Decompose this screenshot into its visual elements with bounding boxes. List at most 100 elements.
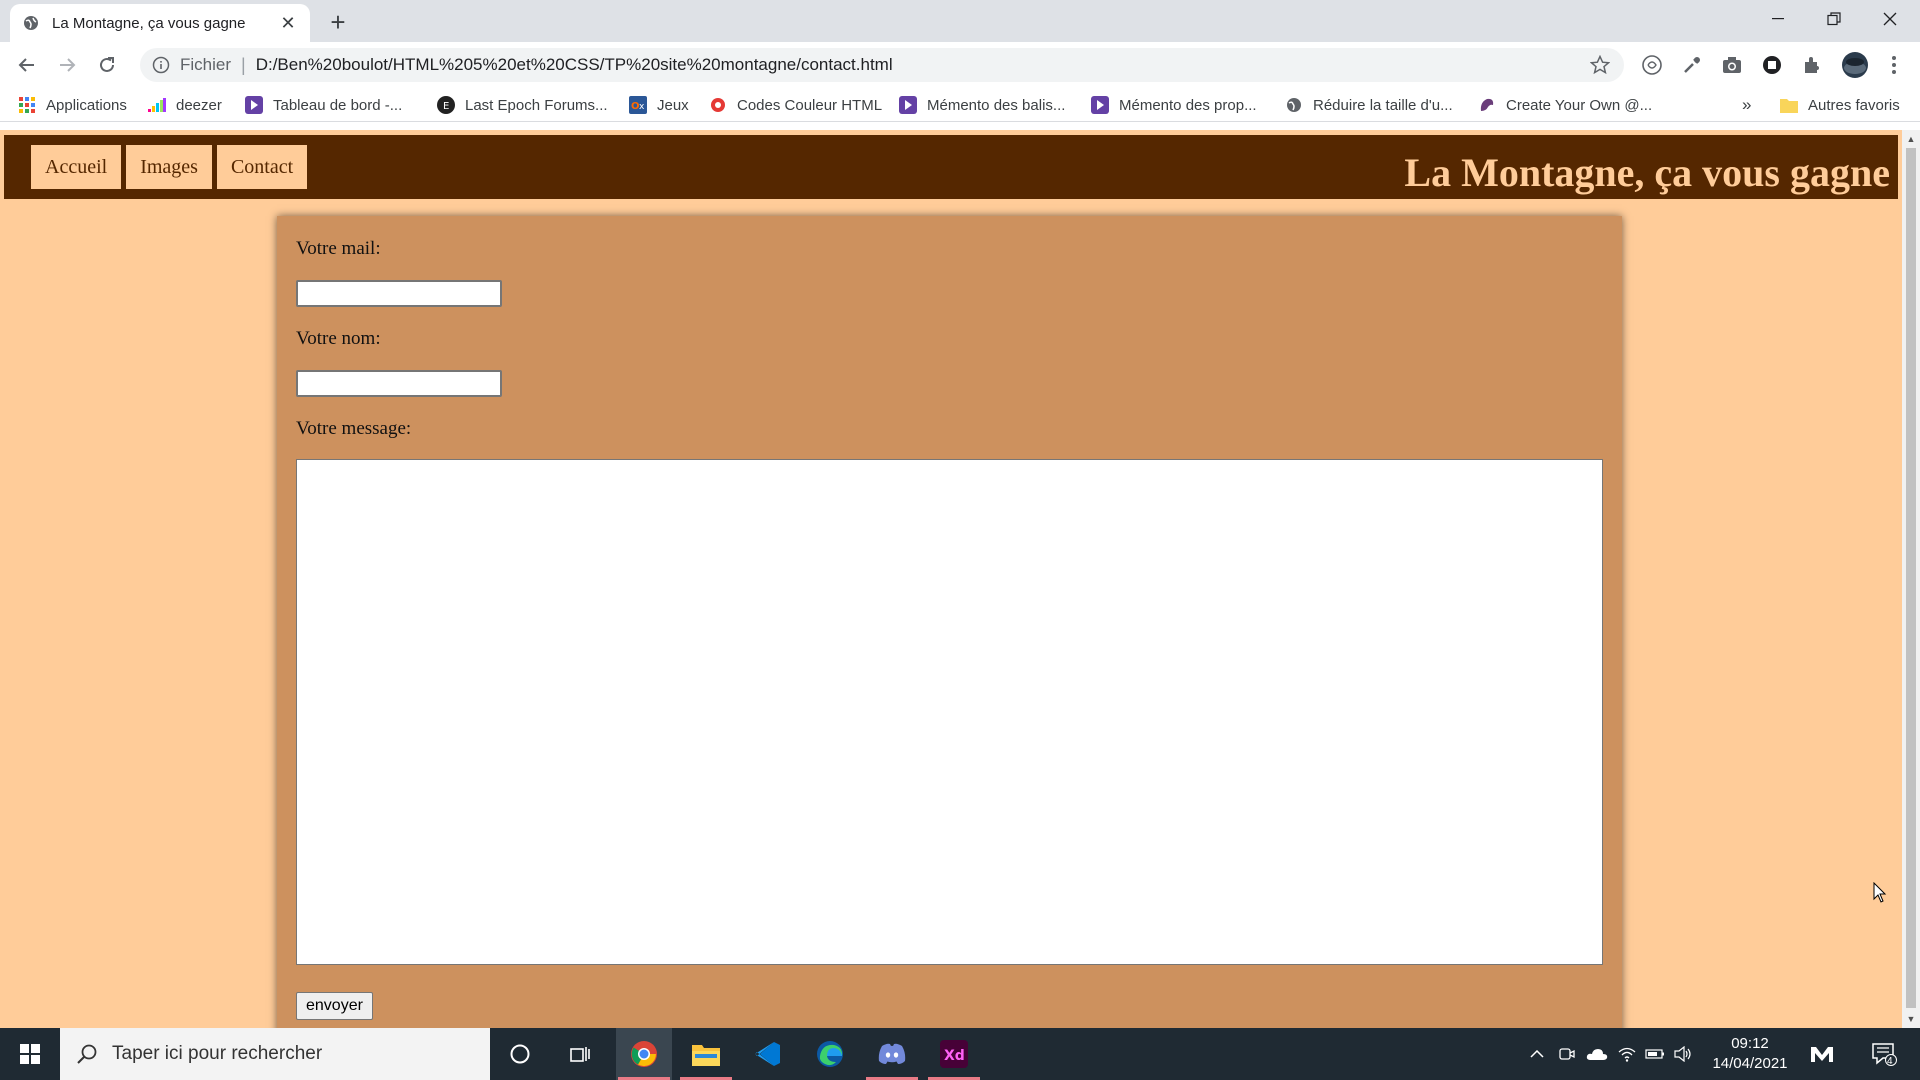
- task-view-icon[interactable]: [552, 1028, 608, 1080]
- bookmark-memento-proprietes[interactable]: Mémento des prop...: [1091, 94, 1257, 116]
- tray-chevron-up-icon[interactable]: [1524, 1028, 1550, 1080]
- bookmark-create-your-own[interactable]: Create Your Own @...: [1478, 94, 1652, 116]
- last-epoch-icon: E: [437, 96, 455, 114]
- bookmark-applications[interactable]: Applications: [18, 94, 127, 116]
- bookmark-codes-couleur[interactable]: Codes Couleur HTML: [709, 94, 882, 116]
- page-scrollbar[interactable]: ▲ ▼: [1902, 130, 1920, 1028]
- discord-icon[interactable]: [864, 1028, 920, 1080]
- camera-icon[interactable]: [1720, 53, 1744, 77]
- scrollbar-thumb[interactable]: [1906, 148, 1916, 1008]
- minimize-icon[interactable]: [1750, 0, 1806, 38]
- contact-form: Votre mail: Votre nom: Votre message: en…: [277, 216, 1622, 1028]
- create-icon: [1478, 96, 1496, 114]
- bookmark-label: Last Epoch Forums...: [465, 96, 608, 114]
- vscode-icon[interactable]: [740, 1028, 796, 1080]
- bookmark-label: Jeux: [657, 96, 689, 114]
- wifi-icon[interactable]: [1614, 1028, 1640, 1080]
- windows-taskbar: Taper ici pour rechercher Xd 09:12 14/04…: [0, 1028, 1920, 1080]
- puzzle-extensions-icon[interactable]: [1800, 53, 1824, 77]
- scroll-down-arrow-icon[interactable]: ▼: [1906, 1014, 1916, 1024]
- bookmark-memento-balises[interactable]: Mémento des balis...: [899, 94, 1065, 116]
- back-arrow-icon[interactable]: [12, 50, 42, 80]
- bookmark-label: Codes Couleur HTML: [737, 96, 883, 114]
- new-tab-button[interactable]: +: [324, 8, 352, 36]
- eyedropper-icon[interactable]: [1680, 53, 1704, 77]
- page-viewport: Accueil Images Contact La Montagne, ça v…: [0, 130, 1902, 1028]
- address-url[interactable]: D:/Ben%20boulot/HTML%205%20et%20CSS/TP%2…: [256, 55, 893, 75]
- globe-icon: [1285, 96, 1303, 114]
- message-label: Votre message:: [296, 418, 412, 439]
- meet-now-icon[interactable]: [1554, 1028, 1580, 1080]
- onedrive-cloud-icon[interactable]: [1582, 1028, 1612, 1080]
- bookmark-label: Tableau de bord -...: [273, 96, 403, 114]
- extension-icon[interactable]: [1640, 53, 1664, 77]
- name-input[interactable]: [296, 370, 502, 397]
- bookmark-star-icon[interactable]: [1590, 55, 1610, 75]
- svg-text:E: E: [443, 101, 449, 112]
- forward-arrow-icon[interactable]: [52, 50, 82, 80]
- notifications-icon[interactable]: 4: [1862, 1028, 1906, 1080]
- scroll-up-arrow-icon[interactable]: ▲: [1906, 134, 1916, 144]
- bookmark-label: Mémento des balis...: [927, 96, 1066, 114]
- globe-icon: [22, 14, 40, 32]
- volume-icon[interactable]: [1670, 1028, 1696, 1080]
- bookmarks-bar: Applications deezer Tableau de bord -...…: [0, 88, 1920, 122]
- clock-date: 14/04/2021: [1712, 1055, 1788, 1072]
- browser-tab-bar: La Montagne, ça vous gagne ✕ +: [0, 0, 1920, 42]
- site-info-icon[interactable]: [152, 56, 170, 74]
- nav-accueil[interactable]: Accueil: [31, 145, 122, 189]
- mouse-cursor-icon: [1873, 882, 1887, 903]
- mail-input[interactable]: [296, 280, 502, 307]
- bookmark-jeux[interactable]: Ox Jeux: [629, 94, 689, 116]
- reload-icon[interactable]: [92, 50, 122, 80]
- browser-tab[interactable]: La Montagne, ça vous gagne ✕: [10, 4, 310, 42]
- menu-kebab-icon[interactable]: [1882, 53, 1906, 77]
- bookmark-label: Mémento des prop...: [1119, 96, 1257, 114]
- adobe-xd-icon[interactable]: Xd: [926, 1028, 982, 1080]
- edge-icon[interactable]: [802, 1028, 858, 1080]
- twitch-icon: [1091, 96, 1109, 114]
- bookmark-tableau-de-bord[interactable]: Tableau de bord -...: [245, 94, 402, 116]
- profile-avatar[interactable]: [1840, 50, 1870, 80]
- games-icon: Ox: [629, 96, 647, 114]
- chrome-taskbar-icon[interactable]: [616, 1028, 672, 1080]
- nav-contact[interactable]: Contact: [216, 145, 308, 189]
- close-tab-icon[interactable]: ✕: [278, 13, 298, 33]
- twitch-icon: [245, 96, 263, 114]
- color-codes-icon: [709, 96, 727, 114]
- bookmark-last-epoch[interactable]: E Last Epoch Forums...: [437, 94, 608, 116]
- bookmark-autres-favoris[interactable]: Autres favoris: [1780, 94, 1900, 116]
- apps-grid-icon: [18, 96, 36, 114]
- taskbar-search-placeholder: Taper ici pour rechercher: [112, 1043, 323, 1064]
- address-bar[interactable]: Fichier | D:/Ben%20boulot/HTML%205%20et%…: [140, 48, 1624, 82]
- nav-images[interactable]: Images: [126, 145, 212, 189]
- site-header: Accueil Images Contact La Montagne, ça v…: [4, 135, 1898, 199]
- svg-text:Xd: Xd: [944, 1048, 965, 1064]
- mail-label: Votre mail:: [296, 238, 381, 259]
- notifications-count: 4: [1887, 1056, 1893, 1067]
- file-explorer-icon[interactable]: [678, 1028, 734, 1080]
- more-bookmarks-chevron-icon[interactable]: »: [1742, 94, 1751, 116]
- record-icon[interactable]: [1760, 53, 1784, 77]
- cortana-icon[interactable]: [492, 1028, 548, 1080]
- site-title: La Montagne, ça vous gagne: [1404, 150, 1890, 195]
- bookmark-reduire-taille[interactable]: Réduire la taille d'u...: [1285, 94, 1453, 116]
- restore-icon[interactable]: [1806, 0, 1862, 38]
- tab-title: La Montagne, ça vous gagne: [52, 14, 246, 32]
- gmail-notifier-icon[interactable]: [1802, 1028, 1842, 1080]
- send-button[interactable]: envoyer: [296, 992, 373, 1020]
- address-separator: |: [241, 54, 246, 75]
- battery-icon[interactable]: [1642, 1028, 1668, 1080]
- windows-start-icon[interactable]: [0, 1028, 60, 1080]
- taskbar-search-box[interactable]: Taper ici pour rechercher: [60, 1028, 490, 1080]
- taskbar-clock[interactable]: 09:12 14/04/2021: [1700, 1034, 1800, 1074]
- address-scheme: Fichier: [180, 55, 232, 74]
- bookmark-deezer[interactable]: deezer: [148, 94, 222, 116]
- bookmark-label: Autres favoris: [1808, 96, 1900, 114]
- message-textarea[interactable]: [296, 459, 1603, 965]
- bookmark-label: Applications: [46, 96, 127, 114]
- close-window-icon[interactable]: [1862, 0, 1918, 38]
- bookmark-label: deezer: [176, 96, 222, 114]
- twitch-icon: [899, 96, 917, 114]
- site-nav: Accueil Images Contact: [31, 145, 308, 189]
